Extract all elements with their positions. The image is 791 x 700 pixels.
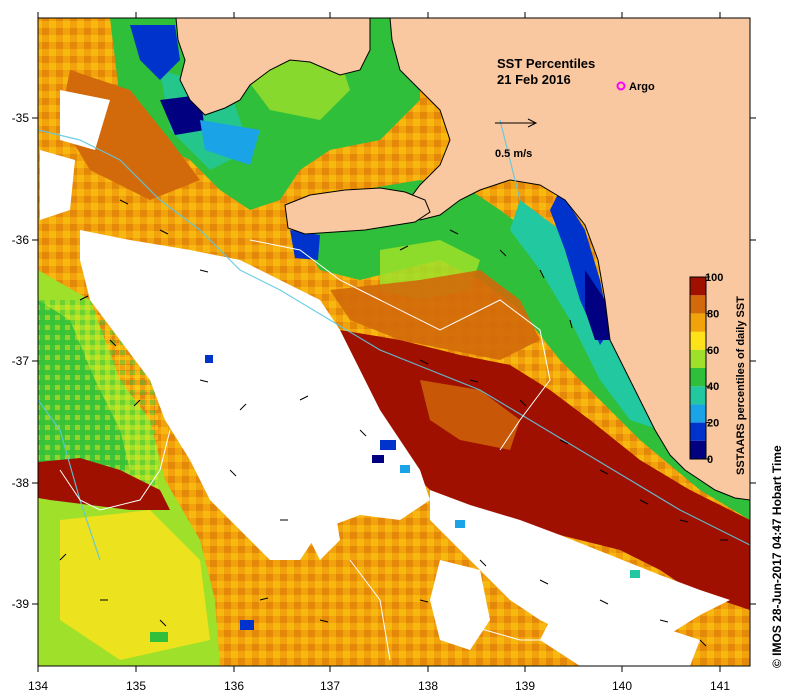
x-tick-label: 136 <box>224 679 244 693</box>
x-tick-label: 141 <box>710 679 730 693</box>
colorbar-label: SSTAARS percentiles of daily SST <box>735 296 747 475</box>
vector-scale-label: 0.5 m/s <box>495 148 532 160</box>
imos-credit: © IMOS 28-Jun-2017 04:47 Hobart Time <box>770 445 784 668</box>
colorbar-tick-label: 20 <box>707 418 719 430</box>
x-tick-labels: 134 135 136 137 138 139 140 141 <box>28 679 730 693</box>
colorbar-tick-label: 80 <box>707 308 719 320</box>
argo-label: Argo <box>629 81 655 93</box>
title-line1: SST Percentiles <box>497 56 595 71</box>
x-tick-label: 134 <box>28 679 48 693</box>
x-tick-label: 137 <box>320 679 340 693</box>
colorbar-tick-label: 0 <box>707 454 713 466</box>
y-tick-labels: -35 -36 -37 -38 -39 <box>12 111 30 611</box>
x-tick-label: 139 <box>515 679 535 693</box>
y-tick-label: -39 <box>12 597 30 611</box>
y-tick-label: -37 <box>12 354 30 368</box>
colorbar-tick-label: 100 <box>705 272 723 284</box>
colorbar-tick-label: 60 <box>707 345 719 357</box>
y-tick-label: -38 <box>12 476 30 490</box>
colorbar-tick-label: 40 <box>707 381 719 393</box>
title-line2: 21 Feb 2016 <box>497 72 571 87</box>
sst-percentile-map: 134 135 136 137 138 139 140 141 -35 -36 … <box>12 12 784 693</box>
x-tick-label: 140 <box>612 679 632 693</box>
top-ticks <box>37 12 721 18</box>
x-tick-label: 138 <box>418 679 438 693</box>
plot-area <box>38 18 750 666</box>
y-tick-label: -35 <box>12 111 30 125</box>
bottom-ticks <box>37 666 721 672</box>
x-tick-label: 135 <box>126 679 146 693</box>
y-tick-label: -36 <box>12 233 30 247</box>
